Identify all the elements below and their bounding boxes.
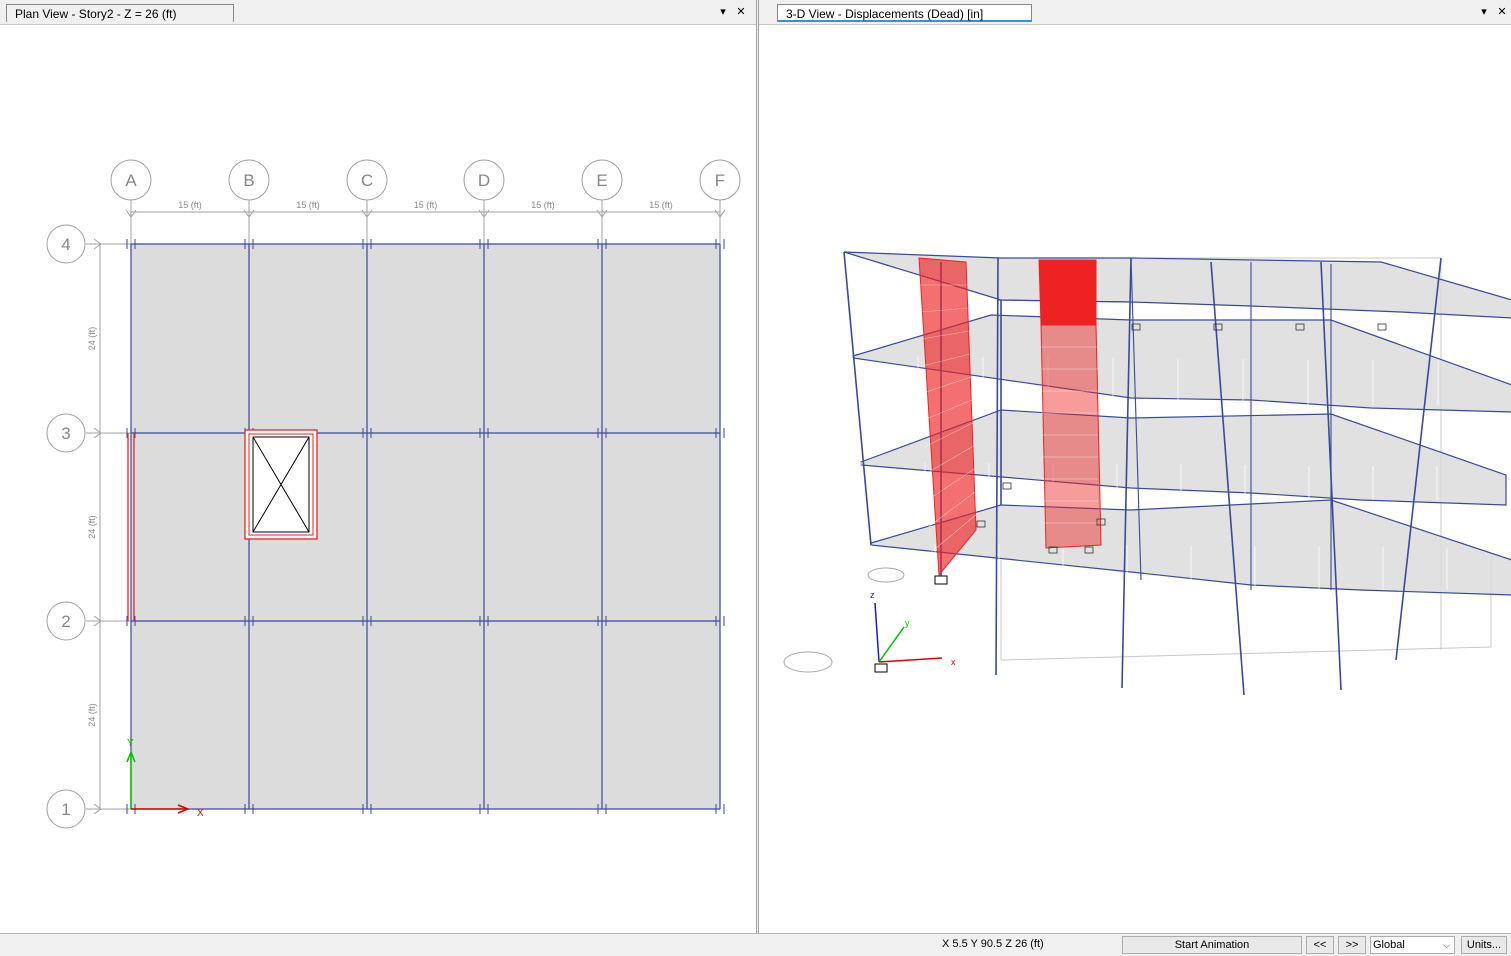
3d-view-window: 3-D View - Displacements (Dead) [in] ▾ ✕… (758, 0, 1511, 933)
previous-button[interactable]: << (1306, 936, 1334, 954)
core-wall (1040, 324, 1102, 549)
z-axis-arrow (874, 602, 880, 663)
dim-tick (361, 209, 368, 218)
dim-tick (93, 808, 102, 815)
dimension-label: 24 (ft) (87, 515, 97, 539)
dim-tick (601, 209, 608, 218)
close-icon[interactable]: ✕ (1495, 5, 1509, 19)
z-axis-label: z (870, 590, 875, 600)
undeformed-line (1000, 646, 1492, 661)
y-axis-label: Y (127, 738, 134, 749)
dim-tick (93, 238, 102, 245)
grid-row-label: 4 (61, 235, 70, 254)
dimension-label: 15 (ft) (531, 200, 555, 210)
chevron-down-icon: ⌵ (1443, 940, 1450, 950)
dimension-label: 24 (ft) (87, 327, 97, 351)
plan-view-canvas[interactable]: A B C D E F 15 (ft) 15 (ft) 15 (ft) 15 (ft) 15 (ft… (0, 25, 756, 933)
joint-symbol (1377, 323, 1387, 331)
dim-tick (248, 209, 255, 218)
support-symbol (934, 575, 948, 585)
grid-column-label: C (361, 171, 373, 190)
grid-row-label: 2 (61, 612, 70, 631)
cursor-coordinates: X 5.5 Y 90.5 Z 26 (ft) (942, 938, 1044, 950)
grid-column-label: E (596, 171, 607, 190)
dropdown-icon[interactable]: ▾ (1477, 5, 1491, 19)
3d-view-tab[interactable]: 3-D View - Displacements (Dead) [in] (777, 4, 1032, 22)
grid-row-label: 3 (61, 424, 70, 443)
plan-view-tab[interactable]: Plan View - Story2 - Z = 26 (ft) (6, 4, 234, 22)
floor-slab (131, 244, 720, 809)
dim-tick (243, 209, 250, 218)
joint-symbol (1002, 482, 1012, 490)
grid-bubble (783, 651, 833, 673)
x-axis-label: X (197, 808, 204, 819)
frame-column (843, 251, 872, 546)
dimension-label: 24 (ft) (87, 703, 97, 727)
dimension-label: 15 (ft) (178, 200, 202, 210)
dimension-label: 15 (ft) (296, 200, 320, 210)
x-axis-label: x (951, 657, 956, 667)
grid-column-label: A (125, 171, 137, 190)
grid-row-label: 1 (61, 800, 70, 819)
start-animation-button[interactable]: Start Animation (1122, 936, 1302, 954)
dim-tick (366, 209, 373, 218)
dimension-label: 15 (ft) (414, 200, 438, 210)
x-axis-arrow (878, 657, 943, 663)
grid-column-label: F (715, 171, 725, 190)
support-symbol (874, 663, 888, 673)
grid-column-label: B (243, 171, 254, 190)
grid-bubble (867, 567, 905, 583)
dropdown-icon[interactable]: ▾ (716, 5, 730, 19)
3d-view-titlebar: 3-D View - Displacements (Dead) [in] ▾ ✕ (759, 0, 1511, 25)
y-axis-arrow (878, 626, 905, 663)
plan-view-window: Plan View - Story2 - Z = 26 (ft) ▾ ✕ A B C… (0, 0, 757, 933)
dim-tick (719, 209, 726, 218)
dim-tick (130, 209, 137, 218)
units-button[interactable]: Units... (1461, 936, 1507, 954)
dim-tick (125, 209, 132, 218)
dim-tick (478, 209, 485, 218)
plan-view-titlebar: Plan View - Story2 - Z = 26 (ft) ▾ ✕ (0, 0, 756, 25)
coordinate-system-value: Global (1373, 939, 1405, 951)
grid-column-label: D (478, 171, 490, 190)
dim-tick (596, 209, 603, 218)
y-axis-label: y (905, 618, 910, 628)
dimension-label: 15 (ft) (649, 200, 673, 210)
core-wall (1038, 259, 1097, 326)
next-button[interactable]: >> (1338, 936, 1366, 954)
3d-model-canvas[interactable]: z y x (759, 25, 1511, 933)
dim-tick (714, 209, 721, 218)
coordinate-system-select[interactable]: Global ⌵ (1370, 936, 1455, 954)
dim-tick (483, 209, 490, 218)
status-bar: X 5.5 Y 90.5 Z 26 (ft) Start Animation <… (0, 933, 1511, 956)
close-icon[interactable]: ✕ (734, 5, 748, 19)
